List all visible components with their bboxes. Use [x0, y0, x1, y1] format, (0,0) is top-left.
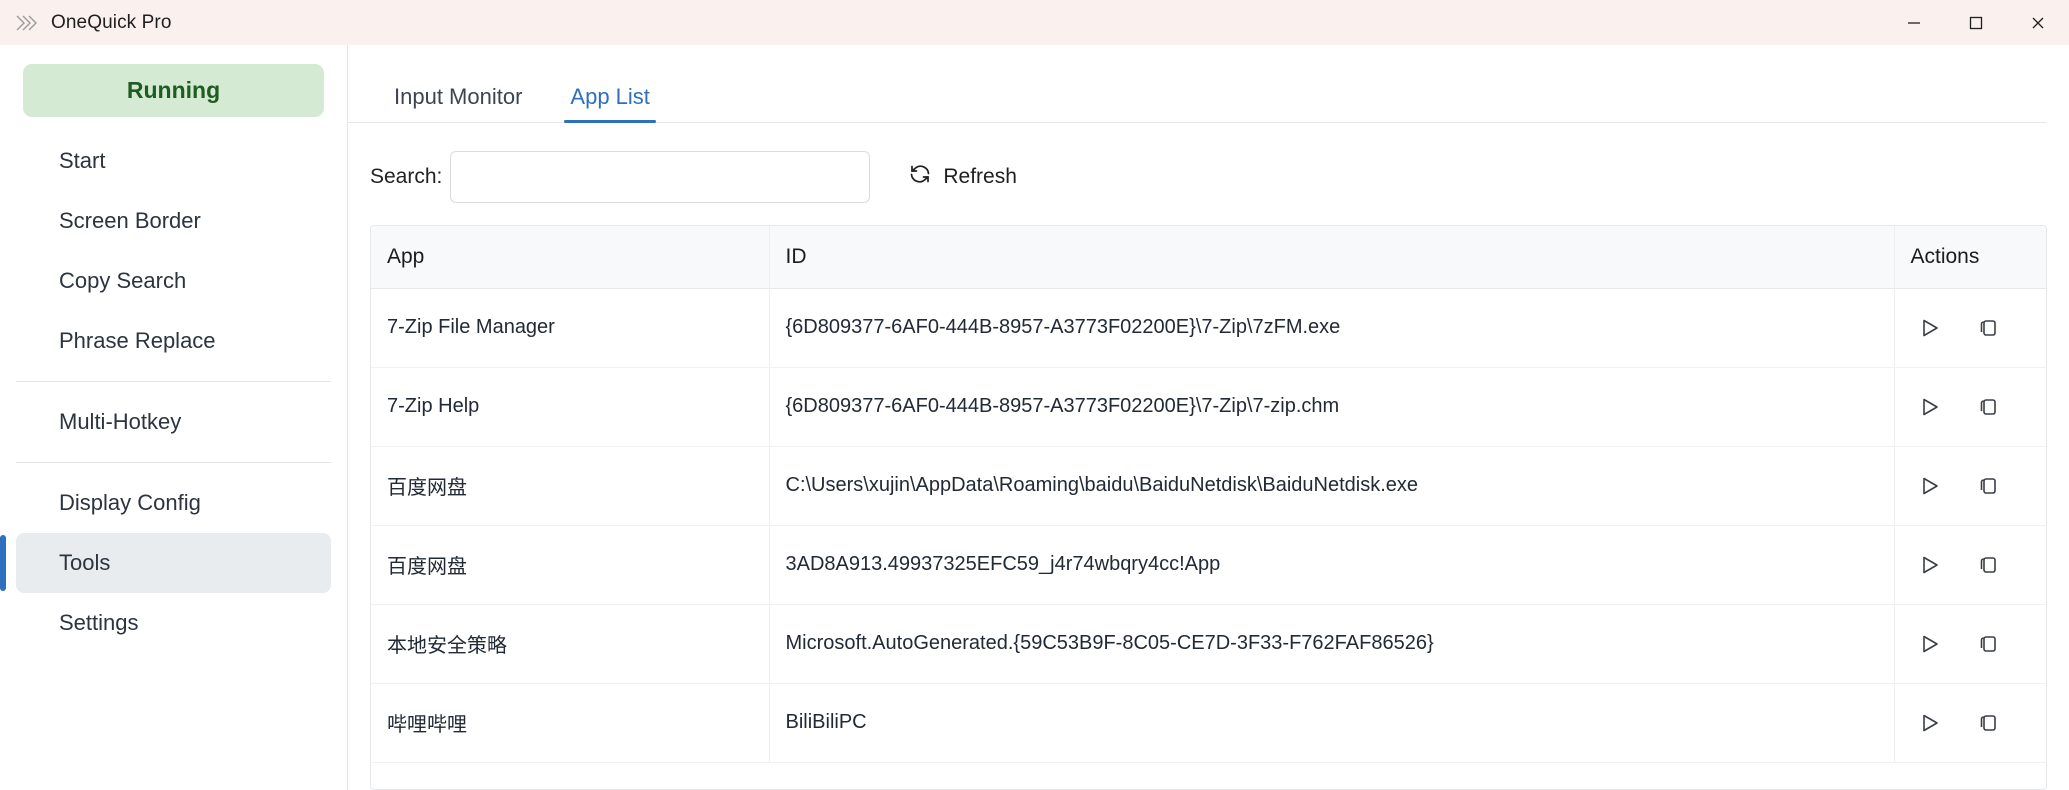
sidebar-item-label: Tools — [59, 550, 111, 575]
app-list-table-container: App ID Actions 7-Zip File Manager {6D809… — [370, 225, 2047, 790]
window-controls — [1883, 0, 2069, 45]
main-content: Input Monitor App List Search: Refresh A… — [348, 45, 2069, 790]
table-row[interactable]: 本地安全策略 Microsoft.AutoGenerated.{59C53B9F… — [371, 604, 2046, 684]
sidebar-item-label: Screen Border — [59, 208, 201, 233]
sidebar-item-label: Multi-Hotkey — [59, 409, 182, 434]
play-icon[interactable] — [1915, 471, 1945, 501]
sidebar-item-label: Start — [59, 148, 106, 173]
search-label: Search: — [370, 165, 443, 188]
cell-app-name: 百度网盘 — [371, 446, 770, 526]
tab-app-list[interactable]: App List — [546, 84, 674, 123]
table-row[interactable]: 7-Zip File Manager {6D809377-6AF0-444B-8… — [371, 288, 2046, 368]
sidebar-item-label: Copy Search — [59, 268, 187, 293]
play-icon[interactable] — [1915, 550, 1945, 580]
tab-label: Input Monitor — [394, 84, 523, 109]
refresh-label: Refresh — [943, 165, 1017, 188]
close-button[interactable] — [2007, 0, 2069, 45]
refresh-button[interactable]: Refresh — [898, 154, 1027, 200]
cell-actions — [1894, 683, 2046, 763]
double-chevron-icon — [14, 10, 40, 36]
cell-app-name: 本地安全策略 — [371, 604, 770, 684]
play-icon[interactable] — [1915, 392, 1945, 422]
tab-bar: Input Monitor App List — [348, 45, 2047, 123]
tab-input-monitor[interactable]: Input Monitor — [370, 86, 546, 122]
cell-app-id: {6D809377-6AF0-444B-8957-A3773F02200E}\7… — [769, 288, 1895, 368]
cell-actions — [1894, 525, 2046, 605]
refresh-icon — [908, 162, 932, 192]
cell-app-id: {6D809377-6AF0-444B-8957-A3773F02200E}\7… — [769, 367, 1895, 447]
sidebar-item-tools[interactable]: Tools — [0, 533, 331, 593]
sidebar-item-display-config[interactable]: Display Config — [16, 473, 331, 533]
sidebar-item-settings[interactable]: Settings — [16, 593, 331, 653]
cell-app-id: BiliBiliPC — [769, 683, 1895, 763]
cell-app-id: 3AD8A913.49937325EFC59_j4r74wbqry4cc!App — [769, 525, 1895, 605]
app-title: OneQuick Pro — [51, 11, 172, 33]
sidebar-item-screen-border[interactable]: Screen Border — [16, 191, 331, 251]
sidebar-divider — [16, 381, 331, 382]
cell-actions — [1894, 446, 2046, 526]
tab-label: App List — [570, 84, 650, 109]
column-header-id[interactable]: ID — [769, 226, 1895, 289]
cell-actions — [1894, 288, 2046, 368]
sidebar-item-start[interactable]: Start — [16, 131, 331, 191]
window-body: Running Start Screen Border Copy Search … — [0, 45, 2069, 790]
table-row[interactable]: 7-Zip Help {6D809377-6AF0-444B-8957-A377… — [371, 367, 2046, 447]
status-badge-running[interactable]: Running — [23, 64, 324, 117]
title-bar: OneQuick Pro — [0, 0, 2069, 45]
sidebar-nav: Start Screen Border Copy Search Phrase R… — [0, 131, 347, 653]
maximize-button[interactable] — [1945, 0, 2007, 45]
table-header: App ID Actions — [371, 226, 2046, 289]
copy-icon[interactable] — [1973, 313, 2003, 343]
copy-icon[interactable] — [1973, 392, 2003, 422]
app-window: OneQuick Pro Running Start Screen Border… — [0, 0, 2069, 790]
sidebar-divider — [16, 462, 331, 463]
status-badge-label: Running — [126, 77, 221, 103]
column-header-actions: Actions — [1894, 226, 2046, 289]
cell-app-id: Microsoft.AutoGenerated.{59C53B9F-8C05-C… — [769, 604, 1895, 684]
cell-actions — [1894, 367, 2046, 447]
sidebar-item-copy-search[interactable]: Copy Search — [16, 251, 331, 311]
cell-app-name: 哔哩哔哩 — [371, 683, 770, 763]
table-row[interactable]: 百度网盘 3AD8A913.49937325EFC59_j4r74wbqry4c… — [371, 525, 2046, 605]
play-icon[interactable] — [1915, 629, 1945, 659]
cell-app-name: 7-Zip Help — [371, 367, 770, 447]
cell-actions — [1894, 604, 2046, 684]
minimize-button[interactable] — [1883, 0, 1945, 45]
play-icon[interactable] — [1915, 708, 1945, 738]
copy-icon[interactable] — [1973, 550, 2003, 580]
table-body: 7-Zip File Manager {6D809377-6AF0-444B-8… — [371, 288, 2046, 763]
column-header-app[interactable]: App — [371, 226, 770, 289]
list-toolbar: Search: Refresh — [348, 123, 2069, 203]
copy-icon[interactable] — [1973, 471, 2003, 501]
sidebar-item-label: Display Config — [59, 490, 201, 515]
cell-app-name: 7-Zip File Manager — [371, 288, 770, 368]
cell-app-id: C:\Users\xujin\AppData\Roaming\baidu\Bai… — [769, 446, 1895, 526]
copy-icon[interactable] — [1973, 708, 2003, 738]
play-icon[interactable] — [1915, 313, 1945, 343]
app-list-table: App ID Actions 7-Zip File Manager {6D809… — [371, 226, 2046, 763]
sidebar-item-label: Phrase Replace — [59, 328, 216, 353]
cell-app-name: 百度网盘 — [371, 525, 770, 605]
table-header-row: App ID Actions — [371, 226, 2046, 289]
sidebar-item-label: Settings — [59, 610, 139, 635]
search-input[interactable] — [450, 151, 871, 203]
sidebar-item-multi-hotkey[interactable]: Multi-Hotkey — [16, 392, 331, 452]
title-bar-left: OneQuick Pro — [0, 10, 172, 36]
copy-icon[interactable] — [1973, 629, 2003, 659]
table-row[interactable]: 百度网盘 C:\Users\xujin\AppData\Roaming\baid… — [371, 446, 2046, 526]
sidebar: Running Start Screen Border Copy Search … — [0, 45, 348, 790]
table-row[interactable]: 哔哩哔哩 BiliBiliPC — [371, 683, 2046, 763]
sidebar-item-phrase-replace[interactable]: Phrase Replace — [16, 311, 331, 371]
